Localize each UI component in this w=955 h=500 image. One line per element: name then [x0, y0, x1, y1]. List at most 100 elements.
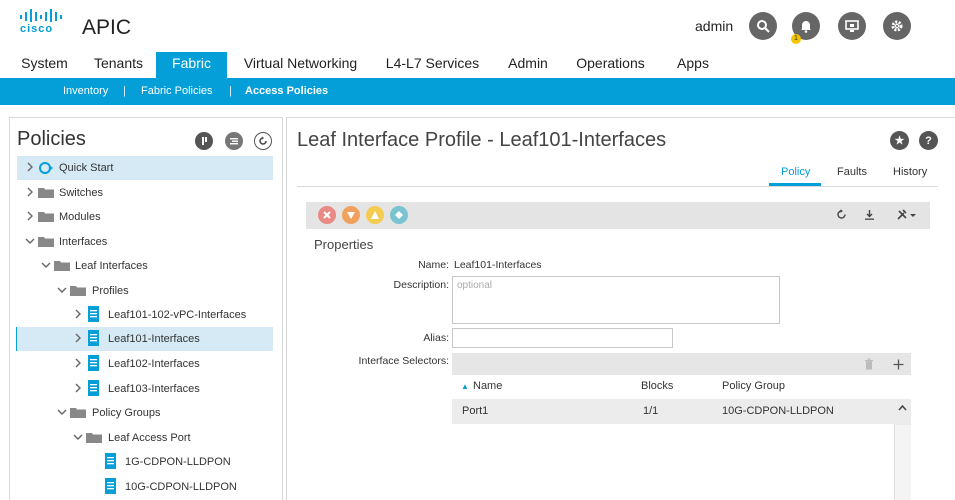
tab-l4-l7-services[interactable]: L4-L7 Services — [374, 52, 491, 78]
tree-item-label: Leaf101-102-vPC-Interfaces — [108, 309, 247, 321]
major-fault-icon[interactable] — [342, 206, 360, 224]
scroll-up-icon[interactable] — [898, 404, 907, 411]
subnav-inventory[interactable]: Inventory — [63, 85, 108, 97]
tab-virtual-networking[interactable]: Virtual Networking — [234, 52, 367, 78]
tree-item-leaf101-interfaces[interactable]: Leaf101-Interfaces — [17, 327, 273, 351]
gear-icon[interactable] — [883, 12, 911, 40]
subnav-access-policies[interactable]: Access Policies — [245, 85, 328, 97]
download-icon[interactable] — [864, 209, 875, 220]
chevron-right-icon[interactable] — [25, 162, 35, 172]
tab-history[interactable]: History — [893, 166, 927, 178]
tab-admin[interactable]: Admin — [498, 52, 558, 78]
column-header-policy-group[interactable]: Policy Group — [722, 380, 785, 392]
alias-label: Alias: — [423, 332, 449, 344]
chevron-right-icon[interactable] — [25, 187, 35, 197]
row-name: Port1 — [462, 405, 489, 417]
description-field[interactable]: optional — [452, 276, 780, 324]
divider — [297, 186, 938, 187]
tab-system[interactable]: System — [8, 52, 81, 78]
chevron-down-icon[interactable] — [57, 407, 67, 417]
folder-icon — [38, 188, 54, 198]
chevron-right-icon[interactable] — [25, 211, 35, 221]
folder-icon — [38, 212, 54, 222]
chevron-right-icon[interactable] — [73, 309, 83, 319]
tab-operations[interactable]: Operations — [566, 52, 655, 78]
document-icon — [88, 306, 99, 322]
user-menu[interactable]: admin — [695, 18, 733, 34]
tree-item-leaf101-102-vpc-interfaces[interactable]: Leaf101-102-vPC-Interfaces — [17, 303, 273, 327]
tree-item-label: Leaf103-Interfaces — [108, 383, 200, 395]
tab-tenants[interactable]: Tenants — [81, 52, 156, 78]
folder-icon — [38, 237, 54, 247]
tree-item-label: Profiles — [92, 285, 129, 297]
document-icon — [88, 355, 99, 371]
chevron-down-icon[interactable] — [41, 260, 51, 270]
tree-item-label: 1G-CDPON-LLDPON — [125, 456, 231, 468]
sort-ascending-icon[interactable]: ▲ — [461, 382, 469, 391]
tab-fabric[interactable]: Fabric — [156, 52, 227, 78]
folder-icon — [70, 286, 86, 296]
refresh-icon[interactable] — [836, 209, 847, 220]
subnav-fabric-policies[interactable]: Fabric Policies — [141, 85, 213, 97]
name-label: Name: — [418, 259, 449, 271]
tools-dropdown-icon[interactable] — [897, 209, 917, 220]
folder-icon — [86, 433, 102, 443]
folder-icon — [70, 408, 86, 418]
tree-item-label: Switches — [59, 187, 104, 199]
tree-item-label: Quick Start — [59, 162, 114, 174]
tree-item-label: Leaf Interfaces — [75, 260, 148, 272]
critical-fault-icon[interactable] — [318, 206, 336, 224]
help-icon[interactable]: ? — [919, 131, 938, 150]
tree-item-label: 10G-CDPON-LLDPON — [125, 481, 237, 493]
tree-refresh-icon[interactable] — [254, 132, 272, 150]
folder-icon — [54, 261, 70, 271]
top-bar: cisco APIC admin 1 — [0, 0, 955, 52]
column-header-blocks[interactable]: Blocks — [641, 380, 673, 392]
tree-item-leaf-interfaces[interactable]: Leaf Interfaces — [17, 254, 273, 278]
alias-input[interactable] — [452, 328, 673, 348]
tree-item-10g-cdpon-lldpon[interactable]: 10G-CDPON-LLDPON — [17, 475, 273, 499]
tree-item-leaf103-interfaces[interactable]: Leaf103-Interfaces — [17, 377, 273, 401]
tree-list-icon[interactable] — [225, 132, 243, 150]
tab-faults[interactable]: Faults — [837, 166, 867, 178]
left-panel-title: Policies — [17, 128, 86, 150]
tree-item-label: Leaf102-Interfaces — [108, 358, 200, 370]
chevron-right-icon[interactable] — [73, 333, 83, 343]
chevron-right-icon[interactable] — [73, 358, 83, 368]
page-title: Leaf Interface Profile - Leaf101-Interfa… — [297, 129, 667, 151]
tree-item-label: Leaf Access Port — [108, 432, 191, 444]
tree-item-leaf102-interfaces[interactable]: Leaf102-Interfaces — [17, 352, 273, 376]
add-icon[interactable] — [893, 359, 904, 370]
tree-item-1g-cdpon-lldpon[interactable]: 1G-CDPON-LLDPON — [17, 450, 273, 474]
monitor-icon[interactable] — [838, 12, 866, 40]
column-header-name[interactable]: Name — [473, 380, 502, 392]
tree-item-quick-start[interactable]: Quick Start — [17, 156, 273, 180]
scrollbar-track[interactable] — [894, 425, 911, 500]
trash-icon[interactable] — [864, 358, 874, 370]
tree-item-switches[interactable]: Switches — [17, 181, 273, 205]
tree-item-leaf-access-port[interactable]: Leaf Access Port — [17, 426, 273, 450]
favorite-star-icon[interactable]: ★ — [890, 131, 909, 150]
tree-item-policy-groups[interactable]: Policy Groups — [17, 401, 273, 425]
minor-fault-icon[interactable] — [366, 206, 384, 224]
document-icon — [105, 453, 116, 469]
document-icon — [88, 380, 99, 396]
document-icon — [88, 330, 99, 346]
main-tabs: System Tenants Fabric Virtual Networking… — [0, 52, 955, 78]
warning-fault-icon[interactable] — [390, 206, 408, 224]
chevron-down-icon[interactable] — [57, 285, 67, 295]
description-label: Description: — [393, 279, 449, 291]
search-icon[interactable] — [749, 12, 777, 40]
tab-policy[interactable]: Policy — [781, 166, 810, 178]
tree-item-profiles[interactable]: Profiles — [17, 279, 273, 303]
interface-selectors-toolbar — [452, 353, 911, 375]
chevron-right-icon[interactable] — [73, 383, 83, 393]
tree-filter-icon[interactable] — [195, 132, 213, 150]
chevron-down-icon[interactable] — [25, 236, 35, 246]
tree-item-interfaces[interactable]: Interfaces — [17, 230, 273, 254]
row-blocks: 1/1 — [643, 405, 659, 417]
tree-item-modules[interactable]: Modules — [17, 205, 273, 229]
logo-text: cisco — [20, 23, 54, 35]
tab-apps[interactable]: Apps — [663, 52, 723, 78]
chevron-down-icon[interactable] — [73, 432, 83, 442]
